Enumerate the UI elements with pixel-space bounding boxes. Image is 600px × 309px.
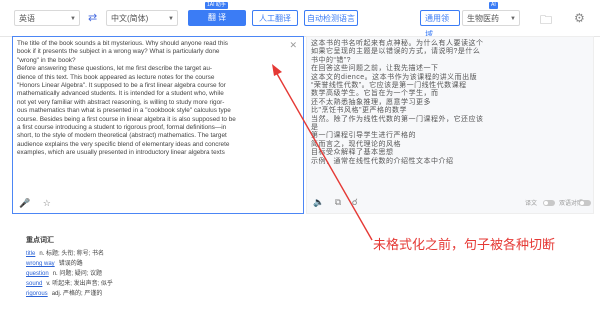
folder-icon[interactable]: 🗀 [540, 11, 552, 32]
source-text-panel[interactable]: The title of the book sounds a bit myste… [12, 36, 304, 214]
vocab-row: rigorous adj. 严格的; 严谨的 [26, 289, 226, 299]
gear-icon[interactable]: ⚙ [574, 11, 585, 25]
target-footer: 🔈 ⧉ ☌ [313, 197, 366, 208]
ai-badge-right: AI [489, 2, 498, 9]
vocabulary-title: 重点词汇 [26, 237, 54, 244]
vocab-meaning: adj. 严格的; 严谨的 [51, 291, 103, 297]
vocab-row: wrong way 错误的路 [26, 259, 226, 269]
vocab-word[interactable]: title [26, 251, 35, 257]
vocab-meaning: v. 听起来; 发出声音; 似乎 [46, 281, 113, 287]
chevron-down-icon: ▼ [70, 16, 76, 22]
chevron-down-icon: ▼ [510, 16, 516, 22]
translation-toggle[interactable] [543, 200, 555, 206]
human-translate-button[interactable]: 人工翻译 [252, 10, 298, 26]
domain-value-label: 生物医药 [467, 14, 499, 23]
star-icon[interactable]: ☆ [43, 198, 51, 208]
source-textarea[interactable]: The title of the book sounds a bit myste… [17, 40, 287, 158]
vocab-meaning: n. 标题; 头衔; 称号; 书名 [39, 251, 105, 257]
target-text-panel: 这本书的书名听起来有点神秘。为什么有人要读这个 如果它呈现的主题是以错误的方式，… [306, 36, 594, 214]
speaker-icon[interactable]: 🔈 [313, 197, 324, 207]
source-footer: 🎤 ☆ [19, 198, 61, 209]
thumb-icon[interactable]: ☌ [352, 197, 358, 207]
vocab-word[interactable]: sound [26, 281, 42, 287]
domain-general-button[interactable]: 通用领域 [420, 10, 460, 39]
vocab-word[interactable]: wrong way [26, 261, 55, 267]
target-language-label: 中文(简体) [111, 14, 149, 23]
key-vocabulary-section: 重点词汇 title n. 标题; 头衔; 称号; 书名 wrong way 错误的… [26, 236, 226, 299]
ai-badge: 1AI 助手 [205, 2, 228, 9]
translate-button[interactable]: 翻 译 [188, 10, 246, 26]
auto-detect-button[interactable]: 自动检测语言 [304, 10, 358, 26]
swap-languages-icon[interactable]: ⇄ [88, 11, 97, 24]
source-language-label: 英语 [19, 14, 35, 23]
top-toolbar: 英语 ▼ ⇄ 中文(简体) ▼ 1AI 助手 翻 译 人工翻译 自动检测语言 通… [0, 0, 600, 39]
microphone-icon[interactable]: 🎤 [19, 198, 30, 208]
bilingual-toggle[interactable] [579, 200, 591, 206]
translation-output: 这本书的书名听起来有点神秘。为什么有人要读这个 如果它呈现的主题是以错误的方式，… [311, 40, 484, 165]
vocab-meaning: 错误的路 [58, 261, 83, 267]
vocab-meaning: n. 问题; 疑问; 议题 [52, 271, 103, 277]
annotation-note: 未格式化之前，句子被各种切断 [373, 238, 556, 253]
toggle-label-left: 译文 [525, 201, 538, 207]
domain-select[interactable]: 生物医药 ▼ [462, 10, 520, 26]
vocab-word[interactable]: question [26, 271, 49, 277]
target-language-select[interactable]: 中文(简体) ▼ [106, 10, 178, 26]
vocab-row: sound v. 听起来; 发出声音; 似乎 [26, 279, 226, 289]
clear-text-icon[interactable]: ✕ [289, 40, 297, 51]
source-language-select[interactable]: 英语 ▼ [14, 10, 80, 26]
copy-icon[interactable]: ⧉ [335, 197, 341, 207]
vocab-row: question n. 问题; 疑问; 议题 [26, 269, 226, 279]
chevron-down-icon: ▼ [168, 16, 174, 22]
vocab-word[interactable]: rigorous [26, 291, 48, 297]
vocab-row: title n. 标题; 头衔; 称号; 书名 [26, 249, 226, 259]
